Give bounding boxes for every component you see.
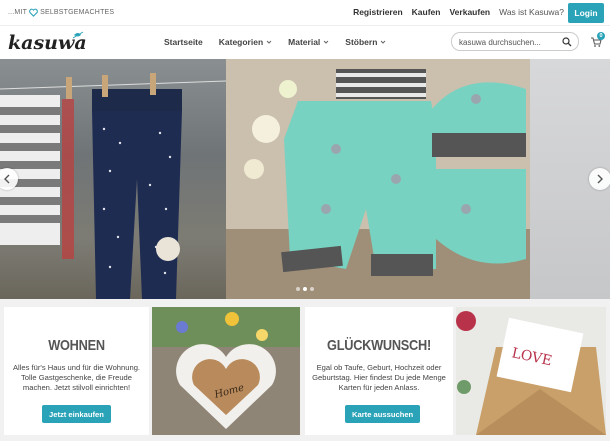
tile-glueckwunsch-desc: Egal ob Taufe, Geburt, Hochzeit oder Geb… — [312, 363, 446, 392]
slider-dot[interactable] — [296, 287, 300, 291]
tagline-suffix: SELBSTGEMACHTES — [40, 9, 115, 16]
nav-material[interactable]: Material — [288, 37, 329, 47]
cart-count-badge: 0 — [597, 32, 605, 40]
slider-dots — [296, 287, 314, 291]
heart-decoration-image: Home — [152, 307, 300, 435]
nav-categories[interactable]: Kategorien — [219, 37, 272, 47]
nav-browse-label: Stöbern — [345, 37, 378, 47]
love-card-image: LOVE — [456, 307, 606, 435]
tile-image-heart[interactable]: Home — [152, 307, 300, 435]
tile-glueckwunsch: GLÜCKWUNSCH! Egal ob Taufe, Geburt, Hoch… — [305, 307, 453, 435]
slide-image-baby-clothes — [226, 59, 530, 299]
top-bar: ...MIT SELBSTGEMACHTES Registrieren Kauf… — [0, 0, 610, 26]
baby-clothes-illustration — [226, 59, 530, 299]
chevron-right-icon — [597, 174, 603, 184]
nav-categories-label: Kategorien — [218, 37, 264, 47]
nav-home[interactable]: Startseite — [164, 37, 203, 47]
tile-wohnen-title: WOHNEN — [48, 337, 105, 354]
chevron-down-icon — [381, 40, 386, 44]
category-tiles: WOHNEN Alles für's Haus und für die Wohn… — [0, 299, 610, 441]
header: kasuwa Startseite Kategorien Material St… — [0, 26, 610, 58]
buy-link[interactable]: Kaufen — [412, 7, 441, 17]
slider-next-button[interactable] — [589, 168, 610, 190]
nav-browse[interactable]: Stöbern — [345, 37, 386, 47]
chevron-down-icon — [323, 40, 329, 44]
search-input[interactable] — [459, 35, 559, 49]
shop-now-button[interactable]: Jetzt einkaufen — [42, 405, 111, 423]
top-links: Registrieren Kaufen Verkaufen Was ist Ka… — [353, 7, 564, 17]
search-box — [451, 32, 579, 51]
login-button[interactable]: Login — [568, 3, 604, 23]
tagline-prefix: ...MIT — [8, 9, 28, 16]
slider-dot-active[interactable] — [303, 287, 307, 291]
slider-dot[interactable] — [310, 287, 314, 291]
tile-wohnen: WOHNEN Alles für's Haus und für die Wohn… — [4, 307, 149, 435]
search-icon[interactable] — [562, 37, 572, 47]
heart-icon — [29, 8, 38, 17]
tagline: ...MIT SELBSTGEMACHTES — [8, 8, 114, 17]
choose-card-button[interactable]: Karte aussuchen — [345, 405, 421, 423]
register-link[interactable]: Registrieren — [353, 7, 403, 17]
tile-image-love-card[interactable]: LOVE — [456, 307, 606, 435]
chevron-down-icon — [266, 40, 272, 44]
nav-material-label: Material — [288, 37, 321, 47]
sell-link[interactable]: Verkaufen — [449, 7, 490, 17]
about-link[interactable]: Was ist Kasuwa? — [499, 7, 564, 17]
hero-slider — [0, 59, 610, 299]
tile-glueckwunsch-title: GLÜCKWUNSCH! — [327, 337, 431, 354]
main-nav: Startseite Kategorien Material Stöbern — [164, 37, 386, 47]
chevron-left-icon — [4, 174, 10, 184]
kasuwa-logo[interactable]: kasuwa — [8, 29, 88, 55]
clothesline-illustration — [0, 73, 227, 299]
tile-wohnen-desc: Alles für's Haus und für die Wohnung. To… — [12, 363, 141, 392]
slide-image-clothesline — [0, 59, 227, 299]
nav-home-label: Startseite — [164, 37, 203, 47]
